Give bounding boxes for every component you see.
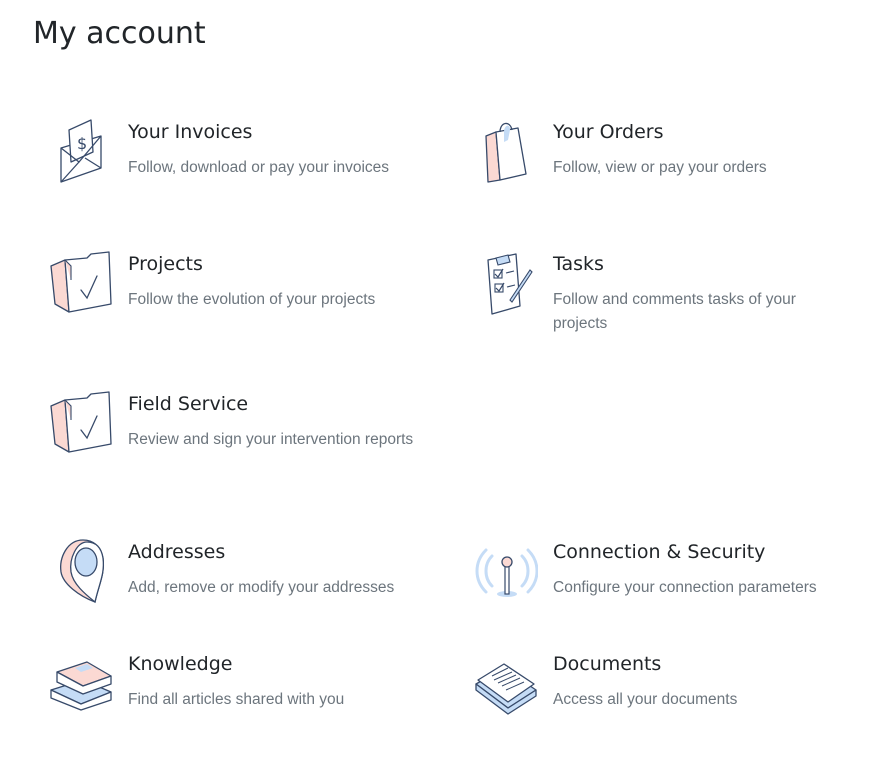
antenna-signal-icon [474, 538, 538, 606]
connection-security-label: Connection & Security [553, 541, 766, 563]
documents-label: Documents [553, 653, 662, 675]
addresses-description: Add, remove or modify your addresses [128, 579, 395, 596]
orders-card[interactable]: Your Orders Follow, view or pay your ord… [474, 118, 854, 208]
folder-check-icon [49, 250, 113, 318]
projects-card[interactable]: Projects Follow the evolution of your pr… [49, 250, 429, 340]
my-account-page: My account $ Your Invoices Follow, downl… [0, 0, 870, 777]
envelope-dollar-icon: $ [49, 118, 113, 186]
field-service-card[interactable]: Field Service Review and sign your inter… [49, 390, 429, 480]
field-service-description: Review and sign your intervention report… [128, 431, 414, 448]
svg-text:$: $ [77, 134, 87, 153]
document-stack-icon [474, 650, 538, 718]
documents-description: Access all your documents [553, 691, 738, 708]
projects-description: Follow the evolution of your projects [128, 291, 376, 308]
addresses-card[interactable]: Addresses Add, remove or modify your add… [49, 538, 429, 628]
knowledge-card[interactable]: Knowledge Find all articles shared with … [49, 650, 429, 740]
orders-label: Your Orders [553, 121, 664, 143]
addresses-label: Addresses [128, 541, 226, 563]
page-title: My account [33, 16, 206, 51]
knowledge-description: Find all articles shared with you [128, 691, 345, 708]
clipboard-checklist-icon [474, 250, 538, 318]
projects-label: Projects [128, 253, 203, 275]
documents-card[interactable]: Documents Access all your documents [474, 650, 854, 740]
folder-check-icon [49, 390, 113, 458]
connection-security-card[interactable]: Connection & Security Configure your con… [474, 538, 854, 628]
invoices-card[interactable]: $ Your Invoices Follow, download or pay … [49, 118, 429, 208]
connection-security-description: Configure your connection parameters [553, 579, 817, 596]
field-service-label: Field Service [128, 393, 249, 415]
knowledge-label: Knowledge [128, 653, 233, 675]
orders-description: Follow, view or pay your orders [553, 159, 767, 176]
map-pin-icon [49, 538, 113, 606]
tasks-label: Tasks [553, 253, 604, 275]
invoices-label: Your Invoices [128, 121, 253, 143]
tasks-description: Follow and comments tasks of your projec… [553, 291, 796, 332]
invoices-description: Follow, download or pay your invoices [128, 159, 390, 176]
tasks-card[interactable]: Tasks Follow and comments tasks of your … [474, 250, 854, 340]
shopping-bag-icon [474, 118, 538, 186]
book-stack-icon [49, 650, 113, 718]
